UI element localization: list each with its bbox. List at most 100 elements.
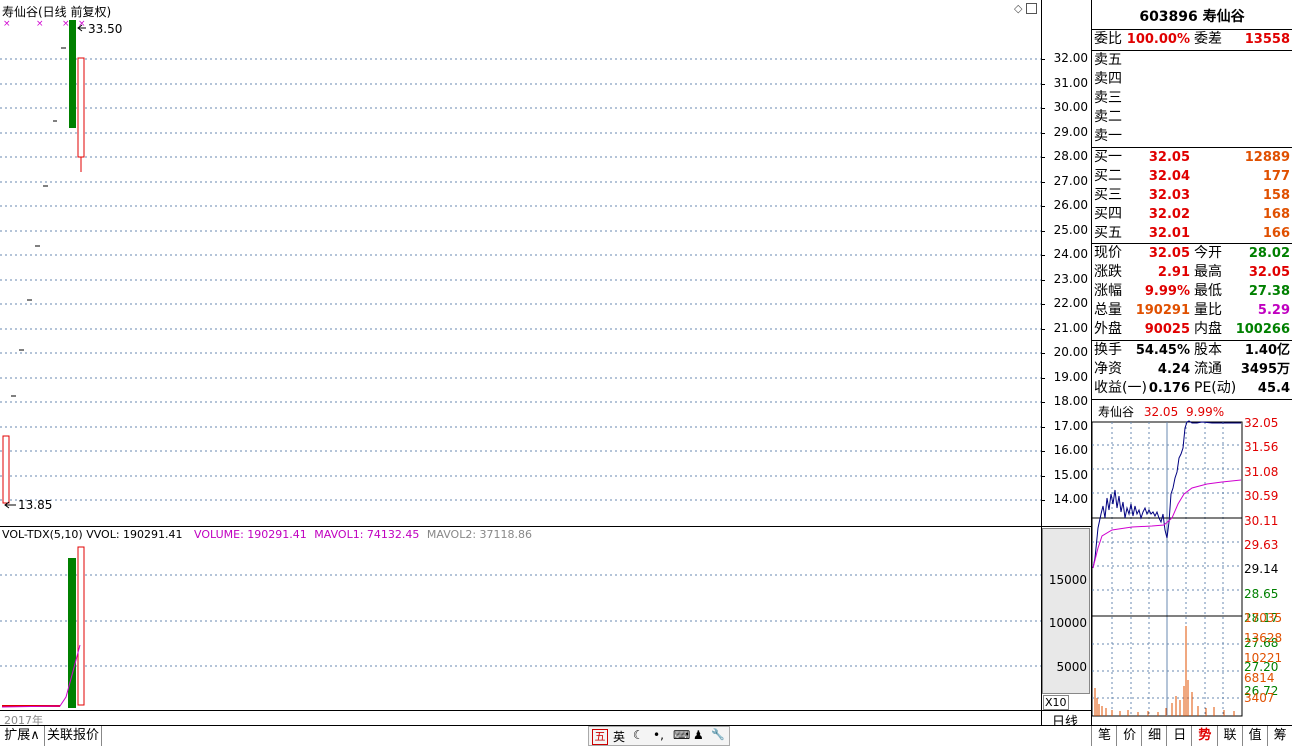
ime-wubi-icon[interactable]: 五	[592, 729, 608, 745]
vol-indicator-name: VOL-TDX(5,10)	[2, 528, 83, 541]
ime-toolbar[interactable]: 五 英 ☾ •, ⌨ ♟ 🔧	[588, 726, 730, 746]
buy-row: 买三 32.03 158	[1094, 187, 1290, 203]
red-candle	[77, 57, 85, 158]
svg-text:×: ×	[62, 19, 70, 29]
price-axis-label: 30.00	[1053, 100, 1088, 114]
right-tab[interactable]: 笔	[1091, 726, 1117, 746]
price-axis-label: 25.00	[1053, 223, 1088, 237]
right-tab[interactable]: 值	[1241, 726, 1268, 746]
right-tab[interactable]: 细	[1141, 726, 1167, 746]
diamond-icon[interactable]: ◇	[1014, 2, 1022, 15]
buy-row: 买四 32.02 168	[1094, 206, 1290, 222]
intraday-axis-label: 30.59	[1244, 489, 1279, 504]
price-axis-label: 32.00	[1053, 51, 1088, 65]
stat-row: 涨跌 2.91 最高 32.05	[1094, 264, 1290, 280]
stat-row: 收益(一) 0.176 PE(动) 45.4	[1094, 380, 1290, 396]
price-axis-label: 21.00	[1053, 321, 1088, 335]
price-axis-label: 14.00	[1053, 492, 1088, 506]
price-axis-label: 16.00	[1053, 443, 1088, 457]
intraday-axis-label: 28.65	[1244, 586, 1279, 601]
quote-panel: 603896 寿仙谷 委比 100.00% 委差 13558 卖五卖四卖三卖二卖…	[1091, 0, 1292, 726]
price-axis-label: 17.00	[1053, 419, 1088, 433]
svg-text:×: ×	[36, 19, 44, 29]
intraday-vol-axis-label: 3407	[1244, 691, 1275, 705]
right-tab[interactable]: 日	[1166, 726, 1192, 746]
intraday-axis-label: 31.08	[1244, 464, 1279, 479]
price-axis-label: 28.00	[1053, 149, 1088, 163]
weibi-row: 委比 100.00% 委差 13558	[1094, 31, 1290, 47]
price-axis-label: 31.00	[1053, 76, 1088, 90]
stat-row: 净资 4.24 流通 3495万	[1094, 361, 1290, 377]
sell-row: 卖五	[1094, 52, 1122, 68]
high-price-label: 33.50	[88, 22, 123, 36]
sell-row: 卖二	[1094, 109, 1122, 125]
price-axis-label: 23.00	[1053, 272, 1088, 286]
stat-row: 外盘 90025 内盘 100266	[1094, 321, 1290, 337]
ime-moon-icon[interactable]: ☾	[633, 728, 644, 742]
stat-row: 现价 32.05 今开 28.02	[1094, 245, 1290, 261]
volume-chart[interactable]: VOL-TDX(5,10) VVOL: 190291.41 VOLUME: 19…	[0, 527, 1041, 710]
weicha-value: 13558	[1244, 32, 1290, 47]
right-tab[interactable]: 势	[1191, 726, 1217, 746]
vvol-value: VVOL: 190291.41	[86, 528, 183, 541]
sell-row: 卖四	[1094, 71, 1122, 87]
vol-axis-10000: 10000	[1048, 616, 1087, 630]
related-quote-tab[interactable]: 关联报价	[45, 726, 102, 746]
buy-row: 买二 32.04 177	[1094, 168, 1290, 184]
weibi-value: 100.00%	[1126, 32, 1190, 47]
intraday-axis-label: 29.14	[1244, 562, 1279, 577]
price-axis-label: 27.00	[1053, 174, 1088, 188]
ime-punct-icon[interactable]: •,	[653, 728, 664, 742]
first-candle	[2, 435, 10, 504]
volume-svg	[0, 546, 1041, 708]
buy-row: 买五 32.01 166	[1094, 225, 1290, 241]
price-axis-label: 24.00	[1053, 247, 1088, 261]
volume-bar-red	[77, 546, 85, 706]
buy-row: 买一 32.05 12889	[1094, 149, 1290, 165]
price-axis-label: 20.00	[1053, 345, 1088, 359]
price-axis-label: 15.00	[1053, 468, 1088, 482]
intraday-vol-axis-label: 6814	[1244, 671, 1275, 685]
volume-value: VOLUME: 190291.41	[194, 528, 307, 541]
sell-row: 卖一	[1094, 128, 1122, 144]
zoom-label[interactable]: X10	[1043, 695, 1069, 710]
price-axis-label: 26.00	[1053, 198, 1088, 212]
vol-axis-5000: 5000	[1056, 660, 1087, 674]
stat-row: 涨幅 9.99% 最低 27.38	[1094, 283, 1290, 299]
intraday-vol-axis-label: 13628	[1244, 631, 1283, 645]
ime-english-icon[interactable]: 英	[613, 728, 625, 745]
stat-row: 换手 54.45% 股本 1.40亿	[1094, 342, 1290, 358]
ime-wrench-icon[interactable]: 🔧	[711, 728, 725, 741]
price-ticks	[11, 47, 66, 397]
window-toggle-icon[interactable]	[1026, 3, 1037, 14]
stat-row: 总量 190291 量比 5.29	[1094, 302, 1290, 318]
low-price-label: 13.85	[18, 498, 53, 512]
price-axis-label: 18.00	[1053, 394, 1088, 408]
intraday-axis-label: 31.56	[1244, 440, 1279, 455]
price-axis-label: 19.00	[1053, 370, 1088, 384]
kline-svg: × × × ×	[0, 19, 1041, 509]
intraday-axis-label: 32.05	[1244, 416, 1279, 430]
chart-title: 寿仙谷(日线 前复权)	[2, 5, 112, 19]
price-axis-label: 22.00	[1053, 296, 1088, 310]
right-tab[interactable]: 联	[1216, 726, 1243, 746]
price-axis-label: 29.00	[1053, 125, 1088, 139]
intraday-vol-axis-label: 17035	[1244, 611, 1283, 625]
green-candle	[69, 20, 76, 128]
svg-text:×: ×	[3, 19, 11, 29]
stock-code-name: 603896 寿仙谷	[1139, 9, 1245, 25]
ime-keyboard-icon[interactable]: ⌨	[673, 728, 690, 742]
right-tab[interactable]: 价	[1116, 726, 1142, 746]
mavol2-value: MAVOL2: 37118.86	[426, 528, 533, 541]
intraday-vol-axis-label: 10221	[1244, 651, 1283, 665]
kline-chart[interactable]: × × × × 寿仙谷(日线 前复权) 33.50 13.85 ◇	[0, 0, 1041, 526]
intraday-axis-label: 29.63	[1244, 538, 1279, 552]
volume-axis: 15000 10000 5000	[1042, 528, 1090, 694]
mavol1-value: MAVOL1: 74132.45	[314, 528, 420, 541]
expand-tab[interactable]: 扩展∧	[0, 726, 45, 746]
intraday-axis-label: 30.11	[1244, 513, 1279, 528]
sell-row: 卖三	[1094, 90, 1122, 106]
volume-header: VOL-TDX(5,10) VVOL: 190291.41 VOLUME: 19…	[2, 528, 532, 541]
ime-user-icon[interactable]: ♟	[693, 728, 704, 742]
right-tab[interactable]: 筹	[1266, 726, 1292, 746]
